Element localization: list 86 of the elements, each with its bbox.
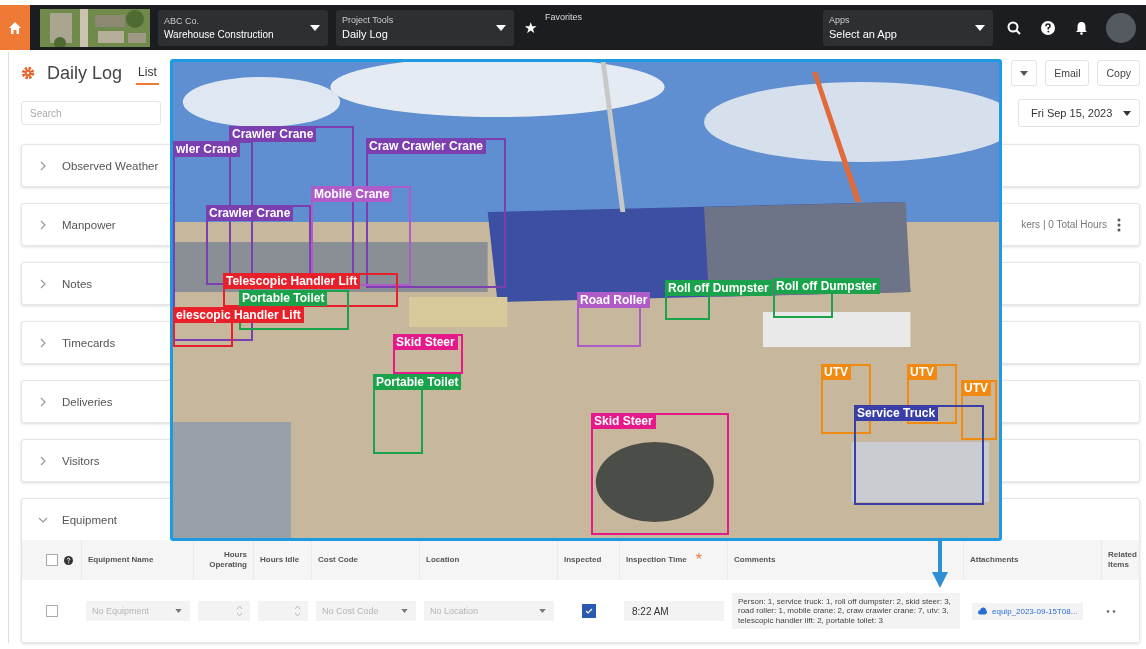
comments-field[interactable]: Person: 1, service truck: 1, roll off dumpster: 2, skid steer: 3, road roller: 1, mobile crane: 2, craw crawler crane: 7, utv: 3, telescopic handler lift: 2, portable toilet: 3 [732, 592, 960, 630]
detection-label: Service Truck [854, 405, 939, 421]
column-header: Attachments [970, 554, 1019, 566]
inspection-time-field[interactable]: 8:22 AM [624, 601, 724, 621]
detection-label: Telescopic Handler Lift [223, 273, 361, 289]
column-header: Related Items [1108, 549, 1137, 571]
caret-icon [175, 609, 182, 613]
more-icon[interactable] [1106, 609, 1116, 613]
inspected-checkbox[interactable] [582, 604, 596, 618]
caret-icon [539, 609, 546, 613]
select-all-checkbox[interactable] [46, 554, 58, 566]
action-button[interactable]: Email [1045, 60, 1090, 86]
user-avatar[interactable] [1106, 12, 1136, 43]
column-header: Inspected [564, 554, 602, 566]
apps-dropdown[interactable]: Apps Select an App [823, 9, 993, 46]
column-header: Comments [734, 554, 776, 566]
detection-label: wler Crane [173, 141, 241, 157]
tools-dropdown[interactable]: Project Tools Daily Log [336, 9, 514, 46]
chevron-icon[interactable] [38, 396, 48, 407]
section-title[interactable]: Timecards [62, 336, 116, 349]
column-header: Cost Code [318, 554, 358, 566]
detection-label: UTV [821, 364, 851, 380]
stepper-icon[interactable] [295, 606, 300, 616]
chevron-icon[interactable] [38, 455, 48, 466]
caret-icon [1020, 70, 1029, 76]
cloud-icon [978, 607, 987, 615]
section-summary: kers | 0 Total Hours [1021, 219, 1107, 230]
chevron-icon[interactable] [38, 278, 48, 289]
detection-label: Portable Toilet [373, 374, 462, 390]
caret-icon [975, 24, 985, 31]
required-mark: * [695, 551, 702, 569]
caret-icon [496, 24, 506, 31]
row-checkbox[interactable] [46, 605, 58, 617]
search-icon[interactable] [1007, 20, 1021, 35]
date-picker[interactable]: Fri Sep 15, 2023 [1018, 99, 1140, 127]
project-dropdown[interactable]: ABC Co. Warehouse Construction [158, 9, 328, 46]
section-title[interactable]: Visitors [62, 454, 100, 467]
more-dropdown[interactable] [1011, 60, 1038, 86]
detection-label: UTV [907, 364, 937, 380]
view-tab[interactable]: List [136, 61, 159, 85]
column-header: Hours Operating [208, 549, 247, 571]
favorites-star[interactable]: ★ [524, 18, 537, 37]
help-icon[interactable] [1041, 20, 1055, 35]
notifications-icon[interactable] [1075, 20, 1088, 35]
home-icon [8, 20, 22, 35]
column-header: Location [426, 554, 460, 566]
help-icon[interactable] [64, 555, 73, 565]
hours-operating-field[interactable] [198, 601, 250, 621]
callout-arrow [932, 538, 948, 588]
search-field[interactable]: Search [21, 101, 161, 125]
chevron-icon[interactable] [38, 337, 48, 348]
gear-icon [21, 66, 35, 80]
section-title[interactable]: Notes [62, 277, 93, 290]
check-icon [585, 608, 593, 614]
attachment-link[interactable]: equip_2023-09-15T08... [972, 602, 1084, 620]
detection-label: Skid Steer [393, 334, 458, 350]
detection-label: Roll off Dumpster [665, 280, 772, 296]
detection-label: UTV [961, 380, 991, 396]
section-title[interactable]: Equipment [62, 513, 117, 526]
detection-label: Portable Toilet [239, 290, 328, 306]
action-button[interactable]: Copy [1097, 60, 1140, 86]
detection-label: Crawler Crane [206, 205, 294, 221]
kebab-menu-icon[interactable] [1117, 217, 1121, 232]
column-header: Hours Idle [260, 554, 300, 566]
stepper-icon[interactable] [237, 606, 242, 616]
column-header: Equipment Name [88, 554, 154, 566]
detection-label: Roll off Dumpster [773, 278, 880, 294]
home-button[interactable] [0, 5, 30, 50]
column-header: Inspection Time [626, 554, 687, 566]
detection-label: Crawler Crane [229, 126, 317, 142]
caret-icon [1123, 110, 1131, 116]
section-title[interactable]: Manpower [62, 218, 116, 231]
detection-label: Road Roller [577, 292, 651, 308]
chevron-icon[interactable] [38, 219, 48, 230]
caret-icon [310, 24, 320, 31]
section-title[interactable]: Deliveries [62, 395, 113, 408]
detection-label: Mobile Crane [311, 186, 393, 202]
detection-label: Craw Crawler Crane [366, 138, 487, 154]
section-title[interactable]: Observed Weather [62, 159, 159, 172]
chevron-icon[interactable] [38, 160, 48, 171]
detection-label: elescopic Handler Lift [173, 307, 304, 323]
detection-label: Skid Steer [591, 413, 656, 429]
favorites-label[interactable]: Favorites [545, 12, 582, 22]
hours-idle-field[interactable] [258, 601, 308, 621]
page-title: Daily Log [47, 62, 123, 84]
caret-icon [401, 609, 408, 613]
